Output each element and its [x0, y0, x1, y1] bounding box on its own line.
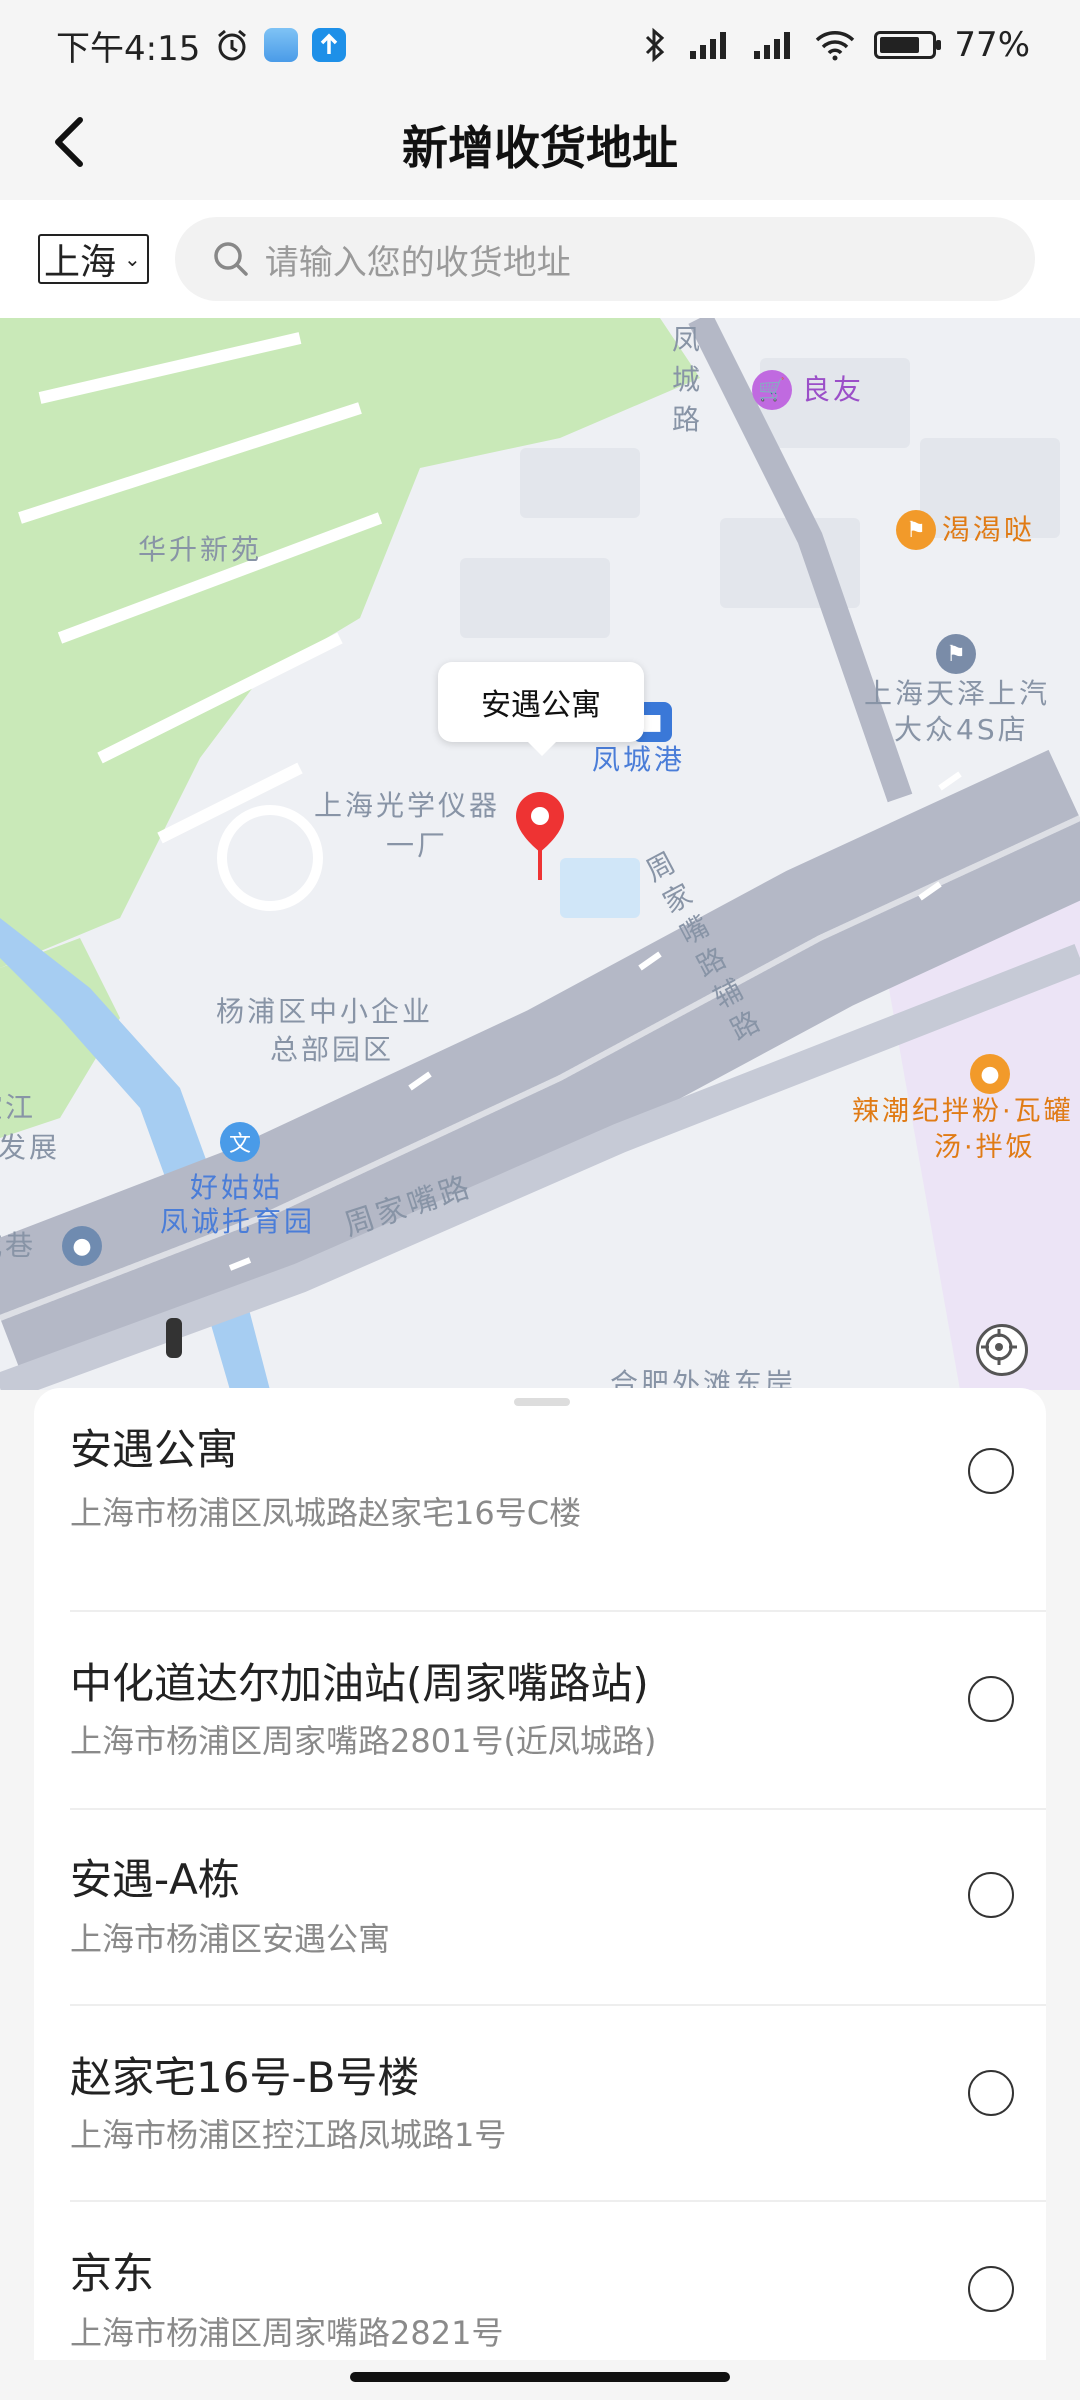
list-item[interactable]: 安遇公寓 上海市杨浦区凤城路赵家宅16号C楼	[34, 1416, 1046, 1612]
location-dot-icon: ●	[62, 1226, 102, 1266]
battery-icon	[874, 31, 942, 59]
map-label-guangxue-line1: 上海光学仪器	[314, 789, 501, 822]
address-detail: 上海市杨浦区凤城路赵家宅16号C楼	[70, 1494, 582, 1532]
nursery-icon: 文	[220, 1122, 260, 1162]
city-select-value: 上海	[44, 242, 117, 283]
status-left: 下午4:15	[56, 21, 347, 70]
weather-app-icon	[264, 28, 299, 62]
map-label-kekeda: 渴渴哒	[942, 513, 1036, 546]
signal-icon	[686, 29, 732, 61]
address-name: 京东	[70, 2249, 155, 2298]
sheet-drag-handle[interactable]	[514, 1398, 570, 1406]
chevron-left-icon	[55, 117, 83, 167]
map-label-haogugu-line1: 好姑姑	[190, 1171, 284, 1204]
map-label-tianze-line1: 上海天泽上汽	[864, 677, 1051, 710]
divider	[70, 1808, 1046, 1810]
back-button[interactable]	[30, 102, 110, 182]
battery-percent: 77%	[954, 25, 1030, 65]
address-detail: 上海市杨浦区控江路凤城路1号	[70, 2116, 507, 2154]
upload-app-icon	[312, 28, 347, 62]
header: 新增收货地址	[0, 90, 1080, 200]
address-radio[interactable]	[968, 1676, 1014, 1722]
map-label-chengxiang: 城巷	[0, 1229, 37, 1262]
address-radio[interactable]	[968, 1872, 1014, 1918]
page-title: 新增收货地址	[402, 121, 678, 175]
city-select[interactable]: 上海 ⌄	[38, 234, 149, 284]
address-detail: 上海市杨浦区安遇公寓	[70, 1920, 391, 1958]
map-label-guangxue-line2: 一厂	[386, 829, 449, 862]
traffic-light-icon	[166, 1318, 182, 1358]
map-label-kongjiang-line1: 控江	[0, 1091, 37, 1124]
address-search-input[interactable]: 请输入您的收货地址	[174, 217, 1035, 301]
list-item[interactable]: 赵家宅16号-B号楼 上海市杨浦区控江路凤城路1号	[34, 2044, 1046, 2240]
locate-me-button[interactable]	[976, 1324, 1028, 1376]
map-label-spicy-line1: 辣潮纪拌粉·瓦罐	[852, 1096, 1074, 1127]
selected-location-callout: 安遇公寓	[438, 662, 644, 756]
map-label-fengchenggang: 凤城港	[592, 743, 686, 776]
shop-icon: ⚑	[896, 510, 936, 550]
shopping-cart-icon: 🛒	[752, 370, 792, 410]
address-radio[interactable]	[968, 1448, 1014, 1494]
list-item[interactable]: 中化道达尔加油站(周家嘴路站) 上海市杨浦区周家嘴路2801号(近凤城路)	[34, 1650, 1046, 1846]
bluetooth-icon	[642, 27, 668, 63]
crosshair-icon	[981, 1329, 1017, 1365]
car-dealer-icon: ⚑	[936, 634, 976, 674]
divider	[70, 2200, 1046, 2202]
map-view[interactable]: 凤城路 🛒 良友 ⚑ 渴渴哒 华升新苑 ⚑ 上海天泽上汽 大众4S店 上海光学仪…	[0, 318, 1080, 1390]
status-time: 下午4:15	[56, 28, 201, 69]
battery-fill	[880, 37, 919, 53]
map-label-tianze-line2: 大众4S店	[894, 713, 1029, 746]
map-label-haogugu-line2: 凤诚托育园	[160, 1205, 316, 1238]
list-item[interactable]: 安遇-A栋 上海市杨浦区安遇公寓	[34, 1846, 1046, 2042]
address-detail: 上海市杨浦区周家嘴路2801号(近凤城路)	[70, 1722, 657, 1760]
map-label-spicy-line2: 汤·拌饭	[934, 1132, 1036, 1163]
address-name: 赵家宅16号-B号楼	[70, 2053, 420, 2102]
address-radio[interactable]	[968, 2070, 1014, 2116]
map-label-yangpu-line1: 杨浦区中小企业	[216, 995, 434, 1028]
signal-icon	[750, 29, 796, 61]
map-label-huasheng: 华升新苑	[138, 533, 263, 566]
map-label-fengcheng-road: 凤城路	[672, 323, 704, 436]
address-list-sheet: 安遇公寓 上海市杨浦区凤城路赵家宅16号C楼 中化道达尔加油站(周家嘴路站) 上…	[34, 1388, 1046, 2360]
divider	[70, 1610, 1046, 1612]
map-label-bottom-poi: 合肥外滩东岸	[610, 1367, 797, 1390]
restaurant-icon: ●	[970, 1054, 1010, 1094]
search-row: 上海 ⌄ 请输入您的收货地址	[0, 200, 1080, 318]
alarm-icon	[214, 27, 250, 63]
list-item[interactable]: 京东 上海市杨浦区周家嘴路2821号	[34, 2240, 1046, 2360]
map-label-yangpu-line2: 总部园区	[270, 1033, 395, 1066]
address-name: 安遇公寓	[70, 1425, 239, 1474]
map-label-kongjiang-line2: 发展	[0, 1131, 61, 1164]
search-icon	[214, 242, 248, 276]
map-label-liangyou: 良友	[802, 373, 865, 406]
divider	[70, 2004, 1046, 2006]
wifi-icon	[814, 29, 856, 61]
address-radio[interactable]	[968, 2266, 1014, 2312]
home-indicator[interactable]	[350, 2372, 730, 2382]
status-bar: 下午4:15 77%	[0, 0, 1080, 90]
callout-label: 安遇公寓	[481, 688, 601, 723]
address-detail: 上海市杨浦区周家嘴路2821号	[70, 2314, 504, 2352]
address-name: 安遇-A栋	[70, 1855, 240, 1904]
search-placeholder: 请输入您的收货地址	[264, 242, 571, 283]
chevron-down-icon: ⌄	[124, 247, 141, 271]
status-right: 77%	[642, 25, 1030, 65]
address-name: 中化道达尔加油站(周家嘴路站)	[70, 1659, 649, 1708]
